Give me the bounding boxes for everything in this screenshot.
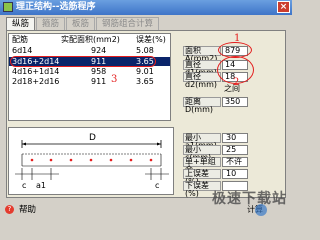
min-a1-input[interactable]: 30	[222, 133, 248, 143]
min-a1-label: 最小a1(mm)	[183, 133, 221, 150]
tab-combination[interactable]: 钢筋组合计算	[96, 17, 160, 30]
header-spec: 配筋	[12, 35, 28, 44]
row-error: 3.65	[136, 77, 154, 86]
selection-highlight-oval	[10, 56, 156, 67]
min-c-input[interactable]: 25	[222, 145, 248, 155]
label-c-right: c	[155, 181, 159, 190]
row-area: 911	[91, 77, 107, 86]
rebar-dot	[69, 158, 73, 162]
area-label: 面积A(mm2)	[183, 46, 221, 63]
annotation-3: 3	[111, 74, 118, 85]
list-row[interactable]: 6d14 924 5.08	[9, 46, 170, 55]
distance-input[interactable]: 350	[222, 97, 248, 107]
row-error: 9.01	[136, 67, 154, 76]
upper-error-input[interactable]: 10	[222, 169, 248, 179]
single-combo-select[interactable]: 不许	[222, 157, 248, 167]
upper-error-label: 上误差(%)	[183, 169, 221, 186]
window-titlebar: 理正结构--选筋程序 ×	[0, 0, 292, 15]
rebar-dot	[89, 158, 93, 162]
d2-label: 直径d2(mm)	[183, 72, 221, 89]
header-error: 误差(%)	[136, 35, 166, 44]
row-area: 958	[91, 67, 107, 76]
row-spec: 6d14	[12, 46, 33, 55]
beam-section-svg: D c a1 c	[15, 133, 169, 190]
distance-label: 距离D(mm)	[183, 97, 221, 114]
app-icon	[3, 2, 13, 12]
rebar-dot	[149, 158, 153, 162]
header-area: 实配面积(mm2)	[61, 35, 120, 44]
tab-stirrup[interactable]: 箍筋	[36, 17, 66, 30]
rebar-dot	[129, 158, 133, 162]
label-a1: a1	[36, 181, 46, 190]
label-c-left: c	[22, 181, 26, 190]
row-spec: 2d18+2d16	[12, 77, 60, 86]
help-label: 帮助	[19, 205, 37, 215]
window-title: 理正结构--选筋程序	[16, 2, 96, 12]
annotation-2: 2	[233, 77, 240, 88]
tab-bar: 纵筋 箍筋 板筋 钢筋组合计算	[6, 17, 160, 30]
rebar-dot	[109, 158, 113, 162]
row-spec: 4d16+1d14	[12, 67, 60, 76]
watermark-text: 极速下载站	[212, 191, 287, 207]
beam-diagram: D c a1 c	[8, 127, 174, 195]
help-icon: ?	[5, 205, 14, 214]
help-button[interactable]: ? 帮助	[5, 204, 36, 216]
list-header: 配筋 实配面积(mm2) 误差(%)	[9, 35, 170, 44]
row-area: 924	[91, 46, 107, 55]
list-row[interactable]: 2d18+2d16 911 3.65	[9, 77, 170, 86]
tab-longitudinal[interactable]: 纵筋	[6, 17, 36, 30]
single-combo-label: 单+单组合	[183, 157, 221, 174]
rebar-dot	[30, 158, 34, 162]
rebar-dot	[49, 158, 53, 162]
annotation-1: 1	[234, 33, 241, 44]
row-error: 5.08	[136, 46, 154, 55]
close-button[interactable]: ×	[277, 1, 290, 13]
list-row[interactable]: 4d16+1d14 958 9.01	[9, 67, 170, 76]
label-d: D	[89, 133, 96, 143]
tab-slab[interactable]: 板筋	[66, 17, 96, 30]
d1-label: 直径d1(mm)	[183, 60, 221, 77]
rebar-results-list[interactable]: 配筋 实配面积(mm2) 误差(%) 6d14 924 5.08 3d16+2d…	[8, 33, 171, 121]
watermark-logo-icon	[255, 204, 267, 216]
min-c-label: 最小c(mm)	[183, 145, 221, 162]
